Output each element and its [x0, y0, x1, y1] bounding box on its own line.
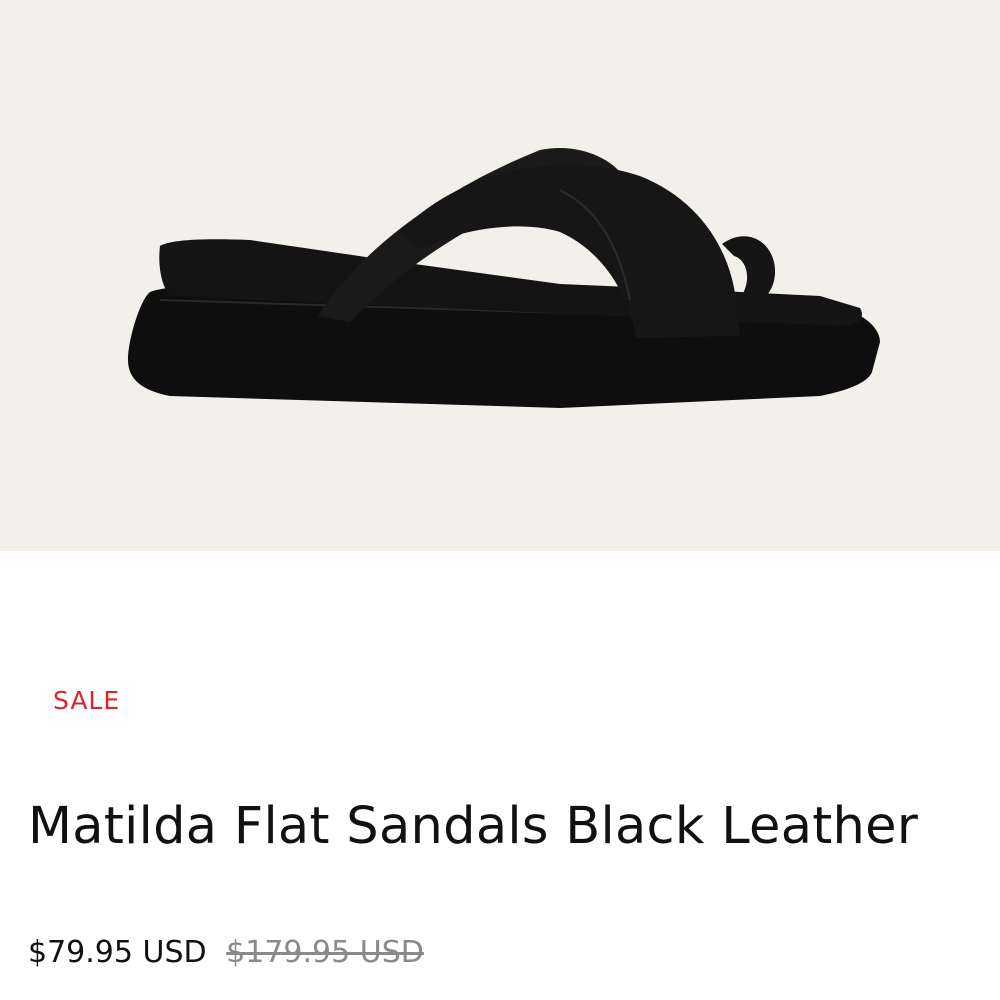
price-row: $79.95 USD $179.95 USD	[28, 938, 424, 968]
price-original: $179.95 USD	[226, 935, 424, 970]
sale-badge: SALE	[53, 686, 121, 715]
product-image[interactable]	[0, 0, 1000, 551]
sandal-illustration	[128, 148, 880, 408]
product-page: SALE Matilda Flat Sandals Black Leather …	[0, 0, 1000, 1000]
product-title: Matilda Flat Sandals Black Leather	[28, 797, 919, 856]
price-current: $79.95 USD	[28, 935, 207, 970]
